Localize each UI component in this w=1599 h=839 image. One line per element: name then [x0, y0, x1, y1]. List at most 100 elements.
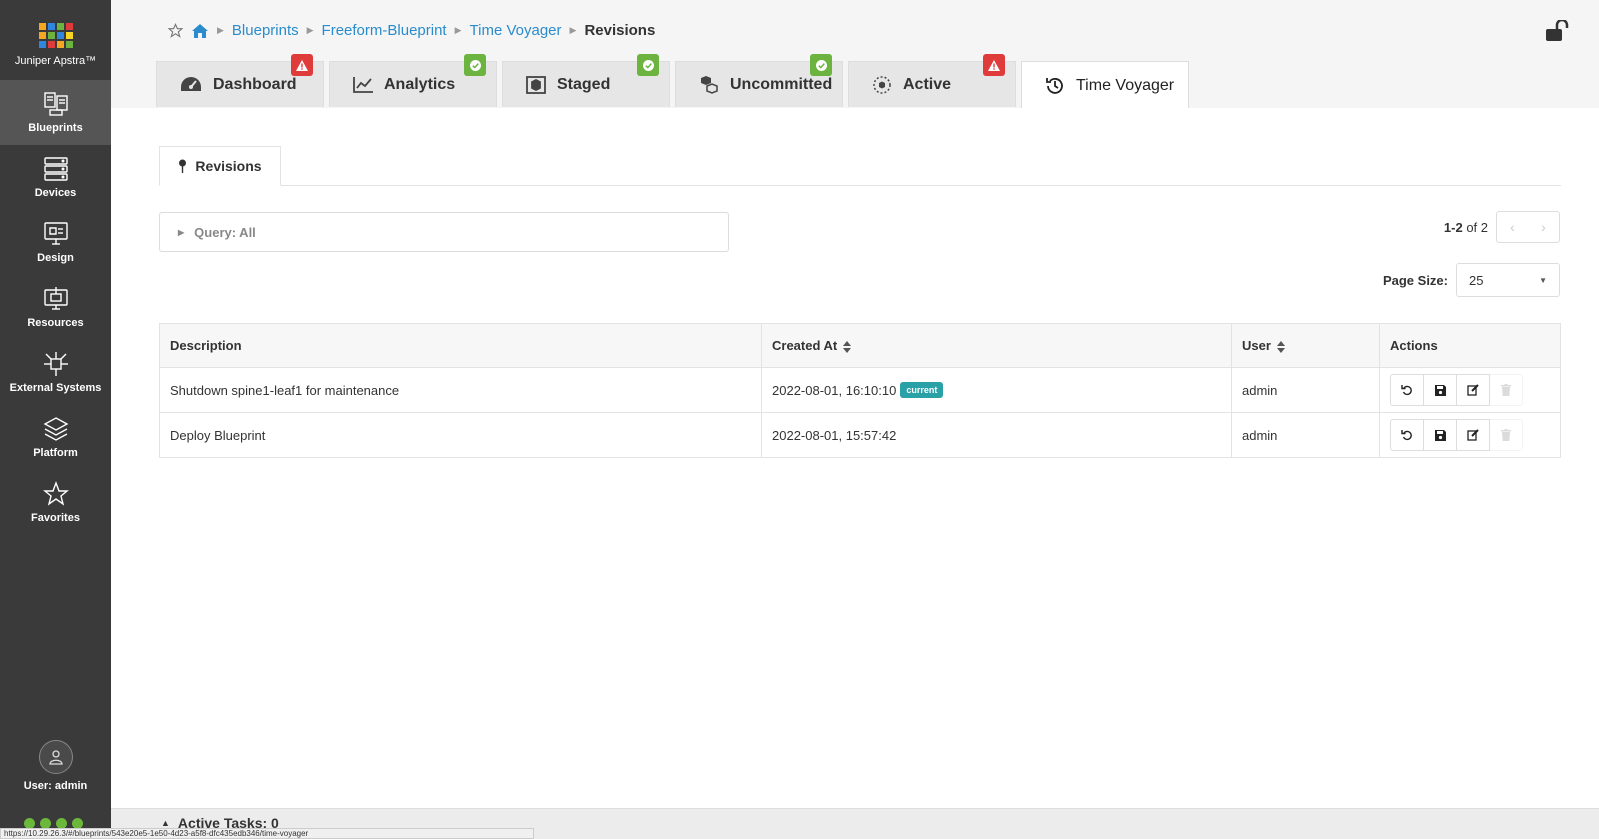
tab-label: Uncommitted	[730, 75, 833, 93]
platform-icon	[43, 417, 68, 441]
top-bar: ▶ Blueprints ▶ Freeform-Blueprint ▶ Time…	[111, 0, 1599, 109]
dashboard-icon	[181, 76, 201, 91]
column-header-user[interactable]: User	[1231, 323, 1380, 368]
sidebar-item-resources[interactable]: Resources	[0, 275, 111, 340]
prev-page-button[interactable]: ‹	[1497, 212, 1528, 242]
brand[interactable]: Juniper Apstra™	[0, 0, 111, 80]
ok-badge	[464, 54, 486, 76]
undo-icon	[1401, 430, 1412, 441]
sidebar-item-label: Favorites	[31, 512, 80, 524]
user-menu[interactable]: User: admin	[0, 740, 111, 792]
caret-up-icon: ▲	[161, 818, 170, 828]
cell-actions	[1379, 367, 1561, 413]
external-systems-icon	[43, 352, 68, 376]
chevron-right-icon: ▶	[569, 25, 577, 35]
check-circle-icon	[815, 59, 827, 71]
uncommitted-icon	[701, 75, 718, 94]
check-circle-icon	[642, 59, 654, 71]
query-toggle[interactable]: ▶ Query: All	[159, 212, 729, 252]
staged-icon	[526, 75, 546, 94]
subtab-revisions[interactable]: Revisions	[159, 146, 281, 186]
brand-name: Juniper Apstra™	[14, 55, 97, 67]
delete-button[interactable]	[1489, 419, 1523, 451]
devices-icon	[43, 157, 68, 181]
rollback-button[interactable]	[1390, 374, 1424, 406]
logo-square	[56, 23, 64, 30]
tab-uncommitted[interactable]: Uncommitted	[675, 54, 843, 107]
history-icon	[1046, 77, 1063, 94]
column-header-actions: Actions	[1379, 323, 1561, 368]
cell-created-at: 2022-08-01, 15:57:42	[761, 412, 1232, 458]
tab-analytics[interactable]: Analytics	[329, 54, 497, 107]
tab-active[interactable]: Active	[848, 54, 1016, 107]
rollback-button[interactable]	[1390, 419, 1424, 451]
tab-dashboard[interactable]: Dashboard	[156, 54, 324, 107]
logo-square	[65, 32, 73, 39]
sort-icon[interactable]	[1276, 340, 1285, 353]
tab-label: Dashboard	[213, 75, 297, 93]
blueprint-tabs: Dashboard Analytics Staged Uncommitted A…	[156, 54, 1189, 109]
undo-icon	[1401, 385, 1412, 396]
sidebar-item-external-systems[interactable]: External Systems	[0, 340, 111, 405]
star-outline-icon[interactable]	[168, 23, 183, 38]
sidebar-item-label: External Systems	[9, 382, 102, 394]
breadcrumb-freeform-blueprint[interactable]: Freeform-Blueprint	[322, 22, 447, 39]
check-circle-icon	[469, 59, 481, 71]
breadcrumb: ▶ Blueprints ▶ Freeform-Blueprint ▶ Time…	[168, 22, 655, 39]
breadcrumb-time-voyager[interactable]: Time Voyager	[470, 22, 562, 39]
column-header-description: Description	[159, 323, 762, 368]
unlock-icon[interactable]	[1545, 18, 1569, 47]
caret-right-icon: ▶	[178, 227, 185, 237]
sidebar-item-design[interactable]: Design	[0, 210, 111, 275]
ok-badge	[637, 54, 659, 76]
chevron-right-icon: ▶	[454, 25, 462, 35]
save-button[interactable]	[1423, 374, 1457, 406]
status-url: https://10.29.26.3/#/blueprints/543e20e5…	[0, 828, 534, 839]
user-icon	[48, 750, 63, 765]
logo-square	[56, 41, 64, 48]
edit-button[interactable]	[1456, 374, 1490, 406]
breadcrumb-blueprints[interactable]: Blueprints	[232, 22, 299, 39]
subtab-label: Revisions	[195, 158, 262, 174]
pager-buttons: ‹ ›	[1496, 211, 1560, 243]
query-label: Query: All	[194, 224, 256, 240]
tab-label: Time Voyager	[1076, 76, 1175, 94]
sidebar-item-label: Resources	[27, 317, 84, 329]
sidebar-item-blueprints[interactable]: Blueprints	[0, 80, 111, 145]
home-icon[interactable]	[191, 23, 209, 39]
sidebar-item-favorites[interactable]: Favorites	[0, 470, 111, 535]
current-badge: current	[900, 382, 944, 398]
edit-icon	[1467, 384, 1479, 396]
tab-time-voyager[interactable]: Time Voyager	[1021, 61, 1189, 109]
subtab-row: Revisions	[159, 146, 1561, 186]
tab-label: Staged	[557, 75, 611, 93]
sidebar-item-label: Design	[37, 252, 74, 264]
warning-badge	[983, 54, 1005, 76]
revisions-table: Description Created At User Actions Shut…	[159, 323, 1561, 458]
sidebar-item-platform[interactable]: Platform	[0, 405, 111, 470]
user-label: User: admin	[23, 780, 88, 792]
tab-label: Analytics	[384, 75, 456, 93]
design-icon	[43, 222, 68, 245]
page-size: Page Size: 25 ▼	[1383, 263, 1560, 297]
sort-icon[interactable]	[843, 340, 852, 353]
cell-description: Shutdown spine1-leaf1 for maintenance	[159, 367, 762, 413]
next-page-button[interactable]: ›	[1528, 212, 1559, 242]
pagination-text: 1-2 of 2	[1443, 219, 1488, 235]
warning-icon	[988, 59, 1000, 71]
caret-down-icon: ▼	[1539, 275, 1547, 285]
delete-button[interactable]	[1489, 374, 1523, 406]
page-size-value: 25	[1469, 272, 1484, 288]
page-size-select[interactable]: 25 ▼	[1456, 263, 1560, 297]
edit-icon	[1467, 429, 1479, 441]
edit-button[interactable]	[1456, 419, 1490, 451]
tab-label: Active	[903, 75, 952, 93]
sidebar-item-label: Devices	[34, 187, 77, 199]
sidebar-item-devices[interactable]: Devices	[0, 145, 111, 210]
trash-icon	[1501, 429, 1511, 441]
logo-square	[47, 32, 55, 39]
save-button[interactable]	[1423, 419, 1457, 451]
tab-staged[interactable]: Staged	[502, 54, 670, 107]
main-content: Revisions ▶ Query: All 1-2 of 2 ‹ › Page…	[111, 108, 1599, 839]
column-header-created-at[interactable]: Created At	[761, 323, 1232, 368]
